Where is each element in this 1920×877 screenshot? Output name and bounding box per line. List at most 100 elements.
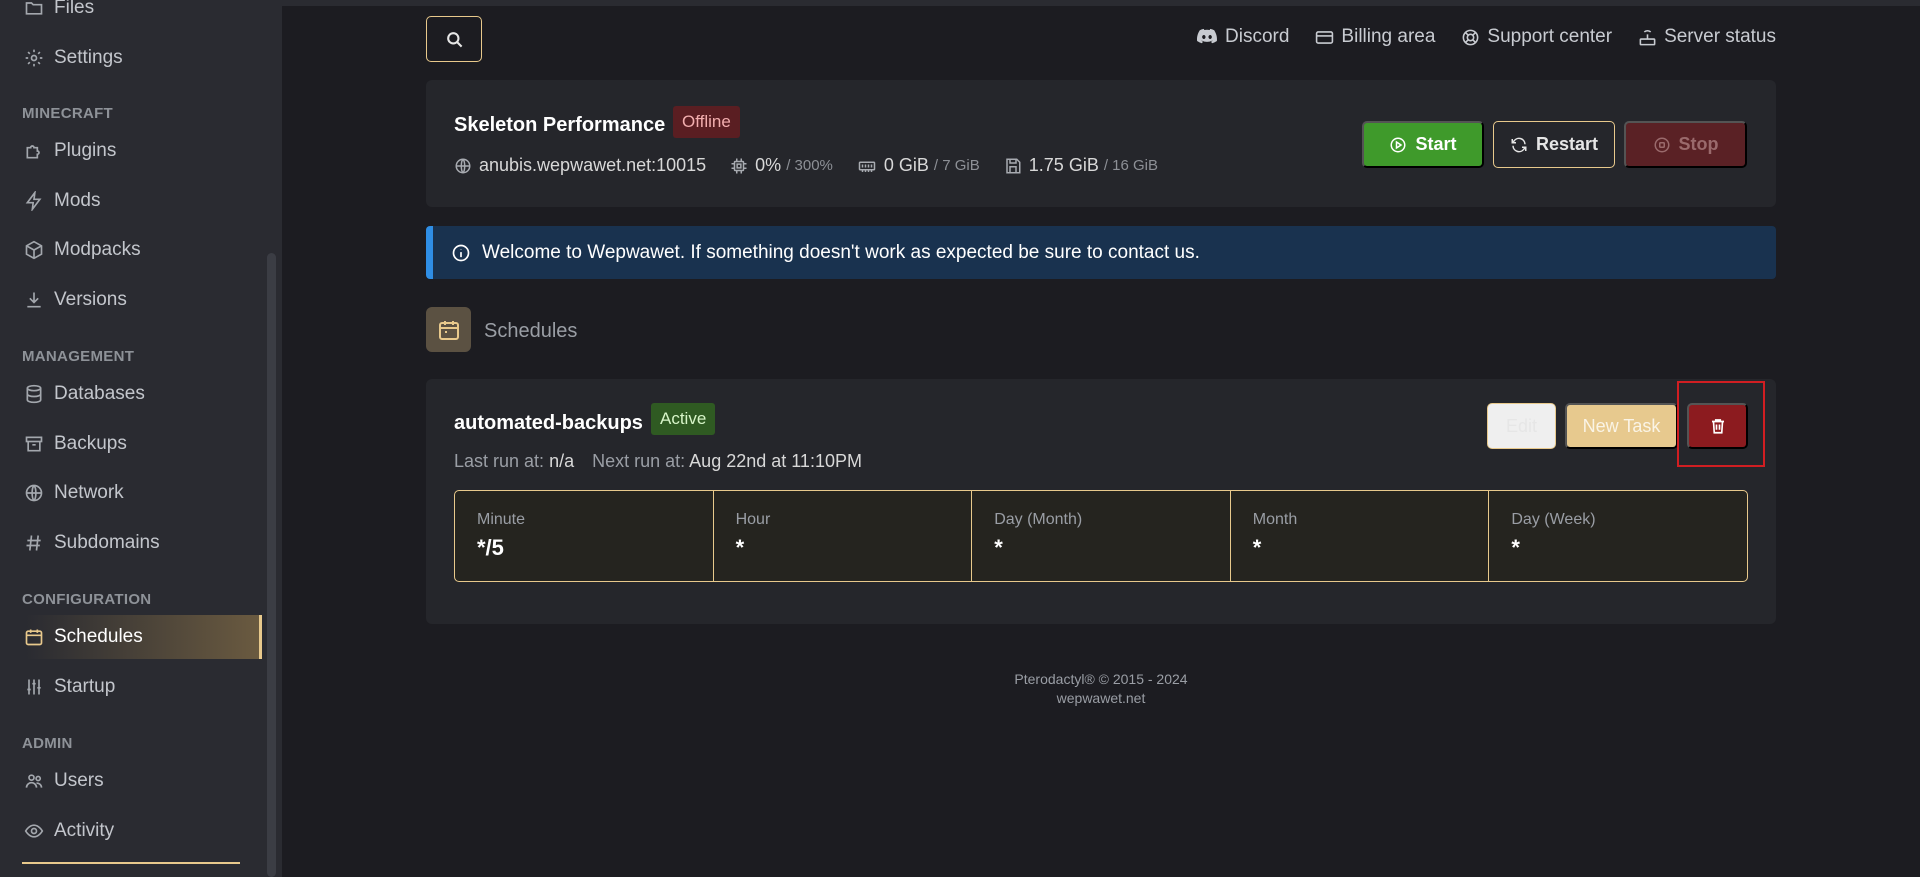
alert-text: Welcome to Wepwawet. If something doesn'…: [482, 241, 1200, 263]
sidebar-item-label: Settings: [54, 47, 123, 68]
cron-table: Minute */5 Hour * Day (Month) * Month * …: [454, 490, 1748, 582]
cron-label: Minute: [477, 511, 526, 528]
download-icon: [24, 290, 44, 310]
sidebar-item-subdomains[interactable]: Subdomains: [0, 521, 262, 565]
refresh-icon: [1510, 136, 1528, 154]
support-center-link[interactable]: Support center: [1461, 26, 1612, 48]
sidebar-item-label: Backups: [54, 433, 127, 454]
stop-circle-icon: [1653, 136, 1671, 154]
sidebar-item-label: Plugins: [54, 140, 117, 161]
sidebar-item-modpacks[interactable]: Modpacks: [0, 228, 262, 272]
trash-icon: [1709, 417, 1727, 435]
sidebar-item-label: Versions: [54, 289, 127, 310]
support-center-label: Support center: [1487, 26, 1613, 47]
schedule-card[interactable]: automated-backups Active Last run at: n/…: [426, 379, 1776, 624]
server-status-link[interactable]: Server status: [1638, 26, 1776, 48]
sidebar-item-label: Network: [54, 482, 124, 503]
sidebar-item-databases[interactable]: Databases: [0, 372, 262, 416]
server-address-value: anubis.wepwawet.net:10015: [479, 155, 707, 175]
new-task-button[interactable]: New Task: [1565, 403, 1678, 449]
sidebar-item-startup[interactable]: Startup: [0, 665, 262, 709]
discord-link[interactable]: Discord: [1196, 26, 1289, 48]
users-icon: [24, 771, 44, 791]
sidebar-item-label: Users: [54, 770, 104, 791]
next-run-label: Next run at:: [592, 451, 686, 471]
cron-day-week: Day (Week) *: [1489, 491, 1747, 581]
memory-limit: / 7 GiB: [933, 157, 980, 174]
sidebar-section-admin: ADMIN: [22, 735, 73, 752]
lifebuoy-icon: [1461, 28, 1480, 47]
credit-card-icon: [1315, 28, 1334, 47]
sidebar-item-label: Mods: [54, 190, 101, 211]
sidebar-item-schedules[interactable]: Schedules: [0, 615, 262, 659]
server-stats: anubis.wepwawet.net:10015 0% / 300% 0 Gi…: [454, 155, 1182, 176]
cron-label: Hour: [735, 511, 771, 528]
cron-value: *: [994, 535, 1003, 560]
sidebar-item-label: Startup: [54, 676, 116, 697]
sidebar-divider: [22, 862, 240, 864]
delete-schedule-button[interactable]: [1687, 403, 1748, 449]
disk-stat: 1.75 GiB / 16 GiB: [1004, 155, 1158, 176]
search-button[interactable]: [426, 16, 482, 62]
sidebar-item-network[interactable]: Network: [0, 471, 262, 515]
calendar-icon: [426, 307, 471, 352]
sidebar-item-versions[interactable]: Versions: [0, 278, 262, 322]
memory-icon: [857, 157, 884, 175]
top-links: Discord Billing area Support center Serv…: [1196, 26, 1776, 48]
bolt-icon: [24, 191, 44, 211]
cron-value: *: [1511, 535, 1520, 560]
edit-schedule-button[interactable]: Edit: [1487, 403, 1556, 449]
sidebar-item-label: Databases: [54, 383, 145, 404]
start-label: Start: [1415, 134, 1457, 154]
cpu-icon: [730, 157, 755, 175]
last-run: Last run at: n/a: [454, 451, 574, 472]
cron-label: Day (Week): [1511, 511, 1596, 528]
disk-value: 1.75 GiB: [1028, 155, 1099, 175]
sidebar-item-label: Subdomains: [54, 532, 160, 553]
sidebar-item-settings[interactable]: Settings: [0, 36, 262, 80]
sidebar-item-files[interactable]: Files: [0, 0, 262, 30]
server-card: Skeleton Performance Offline anubis.wepw…: [426, 80, 1776, 207]
cron-value: *: [735, 535, 745, 560]
sidebar-item-mods[interactable]: Mods: [0, 179, 262, 223]
footer-link[interactable]: wepwawet.net: [426, 689, 1776, 708]
last-run-label: Last run at:: [454, 451, 545, 471]
sidebar-item-backups[interactable]: Backups: [0, 422, 262, 466]
discord-label: Discord: [1225, 26, 1290, 47]
sidebar-scrollbar[interactable]: [267, 253, 276, 877]
search-icon: [445, 30, 464, 49]
calendar-icon: [24, 627, 44, 647]
footer: Pterodactyl® © 2015 - 2024 wepwawet.net: [426, 670, 1776, 708]
restart-button[interactable]: Restart: [1493, 121, 1615, 168]
status-badge: Offline: [673, 106, 740, 138]
server-name: Skeleton Performance: [454, 114, 666, 136]
sidebar-section-management: MANAGEMENT: [22, 348, 135, 365]
cpu-stat: 0% / 300%: [730, 155, 833, 176]
next-run: Next run at: Aug 22nd at 11:10PM: [592, 451, 862, 472]
sidebar-item-users[interactable]: Users: [0, 759, 262, 803]
gear-icon: [24, 48, 44, 68]
server-status-label: Server status: [1664, 26, 1776, 47]
page-title: Schedules: [484, 320, 578, 342]
disk-limit: / 16 GiB: [1103, 157, 1159, 174]
cron-month: Month *: [1231, 491, 1490, 581]
stop-button[interactable]: Stop: [1624, 121, 1747, 168]
start-button[interactable]: Start: [1362, 121, 1484, 168]
billing-area-label: Billing area: [1341, 26, 1436, 47]
cron-label: Month: [1252, 511, 1298, 528]
play-circle-icon: [1389, 136, 1407, 154]
cron-value: */5: [477, 535, 504, 560]
cpu-limit: / 300%: [786, 157, 833, 174]
billing-area-link[interactable]: Billing area: [1315, 26, 1435, 48]
info-icon: [451, 243, 482, 263]
sidebar-item-activity[interactable]: Activity: [0, 809, 262, 853]
welcome-alert: Welcome to Wepwawet. If something doesn'…: [426, 226, 1776, 279]
globe-icon: [454, 157, 479, 175]
memory-value: 0 GiB: [883, 155, 929, 175]
sidebar-item-plugins[interactable]: Plugins: [0, 129, 262, 173]
schedule-runs: Last run at: n/a Next run at: Aug 22nd a…: [454, 451, 862, 472]
sidebar-section-configuration: CONFIGURATION: [22, 591, 152, 608]
memory-stat: 0 GiB / 7 GiB: [857, 155, 980, 176]
schedule-status-badge: Active: [651, 403, 716, 435]
sidebar: Files Settings MINECRAFT Plugins Mods Mo…: [0, 0, 282, 877]
